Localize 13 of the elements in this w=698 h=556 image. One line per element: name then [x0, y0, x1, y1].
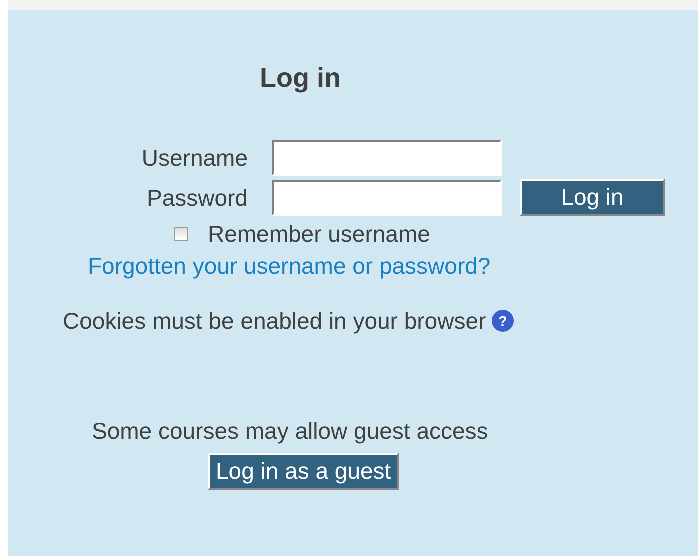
input-field[interactable] — [272, 180, 502, 216]
guest-login-button[interactable]: Log in as a guest — [208, 453, 400, 490]
field-label: Username — [142, 145, 248, 171]
login-button[interactable]: Log in — [520, 179, 665, 216]
forgot-link[interactable]: Forgotten your username or password? — [88, 252, 491, 280]
field-label: Password — [147, 184, 248, 210]
help-icon[interactable]: ? — [491, 309, 516, 333]
remember-label: Remember username — [208, 220, 430, 248]
remember-checkbox[interactable] — [174, 227, 188, 241]
guest-note: Some courses may allow guest access — [92, 417, 488, 445]
page-title: Log in — [260, 63, 341, 93]
input-field[interactable] — [272, 140, 502, 176]
cookies-note: Cookies must be enabled in your browser — [63, 307, 486, 335]
